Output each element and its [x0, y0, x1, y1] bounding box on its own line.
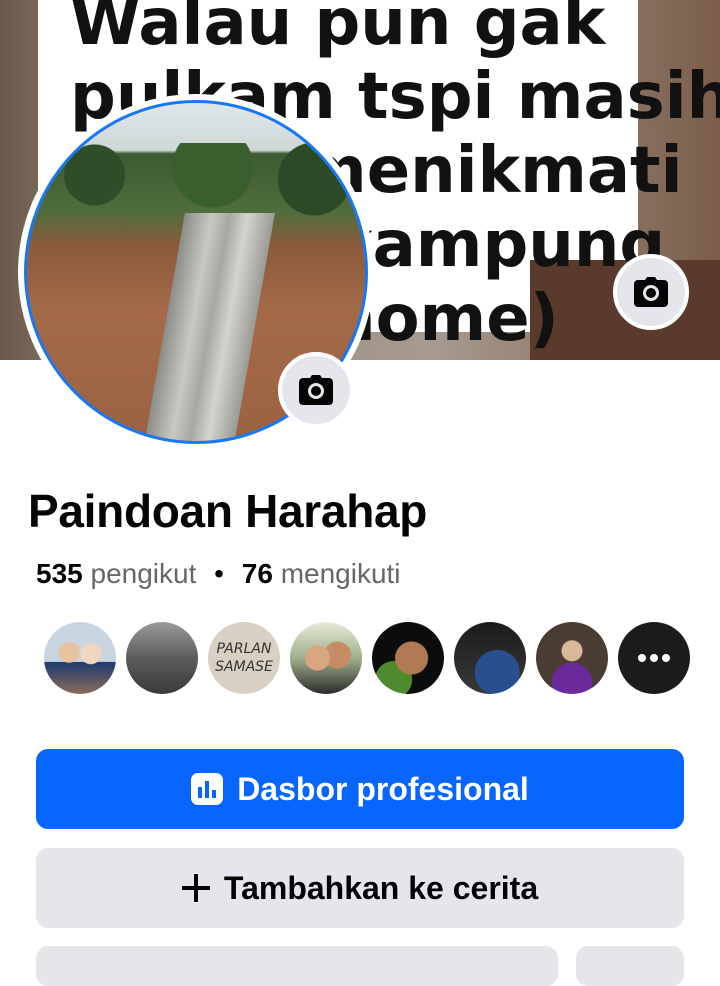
stats-separator: • [214, 558, 224, 589]
following-label[interactable]: mengikuti [281, 558, 401, 589]
follower-avatar[interactable] [290, 622, 362, 694]
more-options-button[interactable] [576, 946, 684, 986]
following-count[interactable]: 76 [242, 558, 273, 589]
add-to-story-button[interactable]: Tambahkan ke cerita [36, 848, 684, 928]
edit-profile-picture-button[interactable] [278, 352, 354, 428]
follower-avatar-text: PARLAN SAMASE [215, 641, 273, 675]
edit-profile-button[interactable] [36, 946, 558, 986]
followers-count[interactable]: 535 [36, 558, 83, 589]
edit-cover-photo-button[interactable] [613, 254, 689, 330]
more-followers-button[interactable] [618, 622, 690, 694]
more-dots-icon [638, 654, 670, 662]
camera-icon [634, 277, 668, 307]
cover-caption-line: Walau pun gak [70, 0, 606, 60]
follower-avatar[interactable] [454, 622, 526, 694]
dashboard-icon [191, 773, 224, 805]
camera-icon [299, 375, 333, 405]
professional-dashboard-button[interactable]: Dasbor profesional [36, 749, 684, 829]
follow-stats: 535 pengikut • 76 mengikuti [36, 558, 401, 590]
follower-avatars: PARLAN SAMASE [44, 622, 690, 694]
follower-avatar[interactable] [126, 622, 198, 694]
plus-icon [181, 874, 210, 902]
followers-label[interactable]: pengikut [91, 558, 197, 589]
photo-concrete-channel [139, 213, 275, 441]
photo-trees [27, 143, 365, 223]
profile-name: Paindoan Harahap [28, 485, 428, 537]
follower-avatar[interactable] [536, 622, 608, 694]
professional-dashboard-label: Dasbor profesional [237, 770, 529, 807]
follower-avatar[interactable] [44, 622, 116, 694]
follower-avatar[interactable]: PARLAN SAMASE [208, 622, 280, 694]
add-to-story-label: Tambahkan ke cerita [223, 869, 539, 906]
follower-avatar[interactable] [372, 622, 444, 694]
